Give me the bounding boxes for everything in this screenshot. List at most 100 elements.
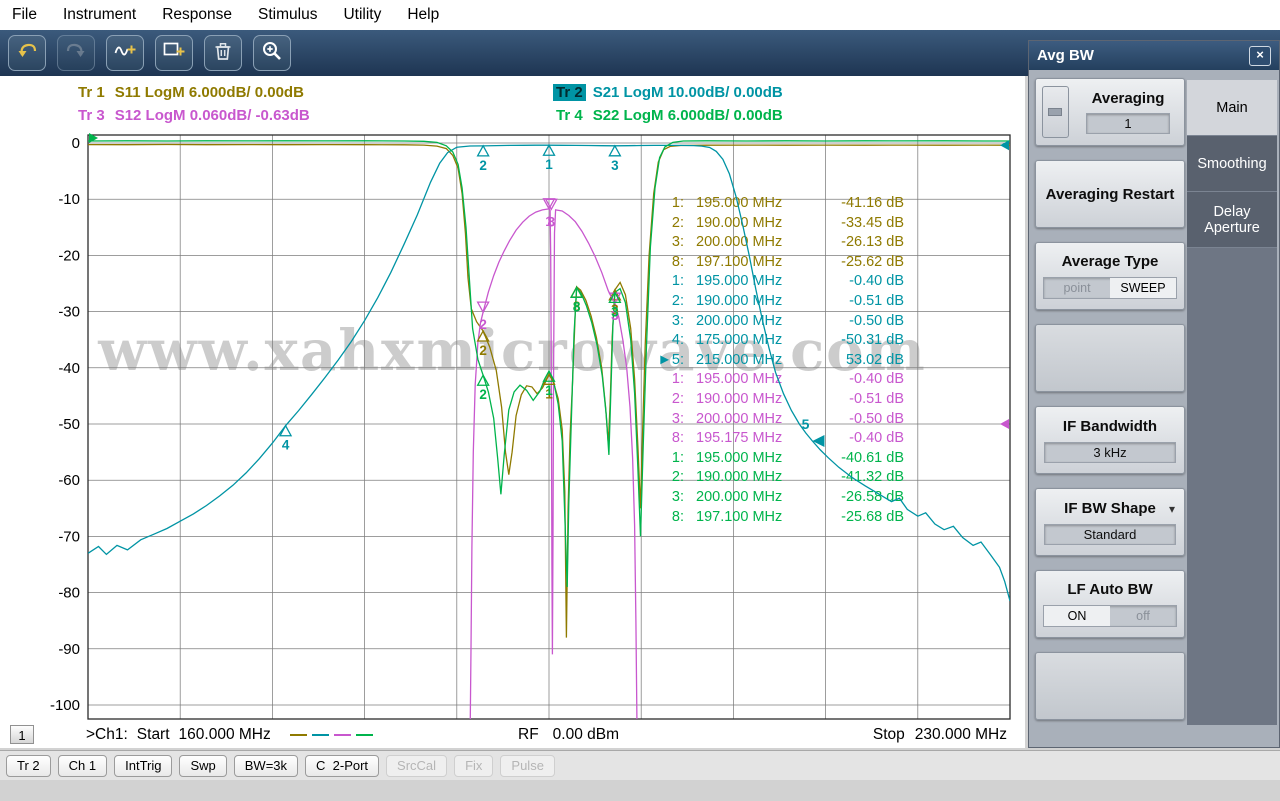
menu-bar: File Instrument Response Stimulus Utility Hel… xyxy=(0,0,1280,30)
tab-smoothing[interactable]: Smoothing xyxy=(1187,136,1277,192)
rf-power-value[interactable]: 0.00 dBm xyxy=(553,726,619,744)
marker-value: -50.31 dB xyxy=(841,332,904,349)
dropdown-caret-icon[interactable]: ▾ xyxy=(1169,502,1175,516)
tab-delay-aperture[interactable]: Delay Aperture xyxy=(1187,192,1277,248)
marker-readout-row: 1: 195.000 MHz -0.40 dB xyxy=(652,370,904,390)
legend-dash-s21 xyxy=(311,733,329,737)
averaging-value[interactable]: 1 xyxy=(1086,113,1170,134)
trace-format-text: S11 LogM 6.000dB/ 0.00dB xyxy=(114,84,304,101)
statusbar-bw-3k[interactable]: BW=3k xyxy=(233,754,299,777)
trace-label-tr4[interactable]: Tr 4 S22 LogM 6.000dB/ 0.00dB xyxy=(553,107,783,124)
y-axis-label: -20 xyxy=(58,247,80,264)
undo-button[interactable] xyxy=(8,35,46,71)
lf-auto-bw-on-option[interactable]: ON xyxy=(1044,606,1110,626)
averaging-button[interactable]: Averaging 1 xyxy=(1035,78,1185,146)
plot-area: 0 -10 -20 -30 -40 -50 -60 -70 -80 -90 -100 www.xah… xyxy=(0,76,1025,748)
zoom-button[interactable] xyxy=(253,35,291,71)
if-bw-shape-button[interactable]: IF BW Shape ▾ Standard xyxy=(1035,488,1185,556)
marker-frequency: 195.000 MHz xyxy=(696,449,783,466)
marker-readout-row: 3: 200.000 MHz -26.13 dB xyxy=(652,233,904,253)
averaging-restart-button[interactable]: Averaging Restart xyxy=(1035,160,1185,228)
statusbar-inttrig[interactable]: IntTrig xyxy=(114,754,173,777)
trace-label-tr3[interactable]: Tr 3 S12 LogM 0.060dB/ -0.63dB xyxy=(75,107,310,124)
marker-readout-row: 4: 175.000 MHz -50.31 dB xyxy=(652,331,904,351)
marker-readout-row: 3: 200.000 MHz -0.50 dB xyxy=(652,410,904,430)
marker-value: -26.13 dB xyxy=(841,234,904,251)
marker-number: 3: xyxy=(671,488,684,505)
menu-stimulus[interactable]: Stimulus xyxy=(258,6,317,24)
marker-value: -0.51 dB xyxy=(849,292,904,309)
statusbar-pulse[interactable]: Pulse xyxy=(500,754,555,777)
marker-value: -41.32 dB xyxy=(841,469,904,486)
y-axis-label: -100 xyxy=(50,697,80,714)
statusbar-c-2-port[interactable]: C 2-Port xyxy=(305,754,380,777)
legend-dash-s12 xyxy=(333,733,351,737)
tab-main[interactable]: Main xyxy=(1187,80,1277,136)
marker-number: 1: xyxy=(671,449,684,466)
lf-auto-bw-label: LF Auto BW xyxy=(1067,581,1153,598)
marker-number: 3: xyxy=(671,312,684,329)
marker-number: 2: xyxy=(671,214,684,231)
statusbar-srccal[interactable]: SrcCal xyxy=(386,754,448,777)
stop-frequency-value[interactable]: 230.000 MHz xyxy=(915,726,1007,744)
zoom-icon xyxy=(260,39,284,68)
averaging-indicator xyxy=(1042,86,1069,138)
statusbar-swp[interactable]: Swp xyxy=(179,754,227,777)
channel-number-badge[interactable]: 1 xyxy=(10,725,34,744)
marker-frequency: 200.000 MHz xyxy=(696,234,783,251)
average-type-point-option[interactable]: point xyxy=(1044,278,1110,298)
if-bandwidth-button[interactable]: IF Bandwidth 3 kHz xyxy=(1035,406,1185,474)
lf-auto-bw-off-option[interactable]: off xyxy=(1110,606,1176,626)
y-axis-label: -70 xyxy=(58,528,80,545)
marker-readout-row: ►5: 215.000 MHz 53.02 dB xyxy=(652,351,904,371)
marker-frequency: 175.000 MHz xyxy=(696,332,783,349)
add-trace-button[interactable] xyxy=(106,35,144,71)
trace-id[interactable]: Tr 4 xyxy=(553,107,586,124)
stop-label: Stop xyxy=(872,726,905,743)
if-bw-shape-value[interactable]: Standard xyxy=(1044,523,1176,545)
statusbar-tr-2[interactable]: Tr 2 xyxy=(6,754,51,777)
trace-id[interactable]: Tr 2 xyxy=(553,84,586,101)
lf-auto-bw-button[interactable]: LF Auto BW ON off xyxy=(1035,570,1185,638)
marker-value: -25.68 dB xyxy=(841,508,904,525)
marker-value: -0.40 dB xyxy=(849,430,904,447)
trace-label-tr2[interactable]: Tr 2 S21 LogM 10.00dB/ 0.00dB xyxy=(553,84,783,101)
delete-button[interactable] xyxy=(204,35,242,71)
statusbar-ch-1[interactable]: Ch 1 xyxy=(57,754,108,777)
marker-readout-row: 2: 190.000 MHz -0.51 dB xyxy=(652,390,904,410)
redo-button[interactable] xyxy=(57,35,95,71)
marker-value: -25.62 dB xyxy=(841,253,904,270)
average-type-sweep-option[interactable]: SWEEP xyxy=(1110,278,1176,298)
statusbar-fix[interactable]: Fix xyxy=(454,754,494,777)
marker-frequency: 190.000 MHz xyxy=(696,469,783,486)
start-frequency-value[interactable]: 160.000 MHz xyxy=(179,726,271,744)
channel-status-line: 1 >Ch1: Start 160.000 MHz RF 0.00 dBm St… xyxy=(0,724,1025,748)
marker-number: 8: xyxy=(671,508,684,525)
marker-readout-row: 3: 200.000 MHz -0.50 dB xyxy=(652,312,904,332)
marker-readout-row: 3: 200.000 MHz -26.58 dB xyxy=(652,488,904,508)
menu-file[interactable]: File xyxy=(12,6,37,24)
menu-help[interactable]: Help xyxy=(407,6,439,24)
average-type-button[interactable]: Average Type point SWEEP xyxy=(1035,242,1185,310)
trace-id[interactable]: Tr 3 xyxy=(75,107,108,124)
add-channel-button[interactable] xyxy=(155,35,193,71)
y-axis-label: -10 xyxy=(58,191,80,208)
y-axis-label: -60 xyxy=(58,472,80,489)
trace-id[interactable]: Tr 1 xyxy=(75,84,108,101)
if-bandwidth-value[interactable]: 3 kHz xyxy=(1044,441,1176,463)
panel-title-bar[interactable]: Avg BW × xyxy=(1029,41,1279,70)
marker-number: 4: xyxy=(671,332,684,349)
marker-frequency: 215.000 MHz xyxy=(696,351,783,368)
trace-format-text: S12 LogM 0.060dB/ -0.63dB xyxy=(114,107,310,124)
panel-title: Avg BW xyxy=(1037,47,1094,64)
trace-label-tr1[interactable]: Tr 1 S11 LogM 6.000dB/ 0.00dB xyxy=(75,84,304,101)
marker-value: -0.40 dB xyxy=(849,273,904,290)
marker-readout-row: 8: 195.175 MHz -0.40 dB xyxy=(652,429,904,449)
marker-frequency: 200.000 MHz xyxy=(696,410,783,427)
menu-response[interactable]: Response xyxy=(162,6,232,24)
menu-utility[interactable]: Utility xyxy=(343,6,381,24)
marker-frequency: 200.000 MHz xyxy=(696,312,783,329)
menu-instrument[interactable]: Instrument xyxy=(63,6,136,24)
add-trace-icon xyxy=(113,39,137,68)
close-icon[interactable]: × xyxy=(1249,45,1271,66)
